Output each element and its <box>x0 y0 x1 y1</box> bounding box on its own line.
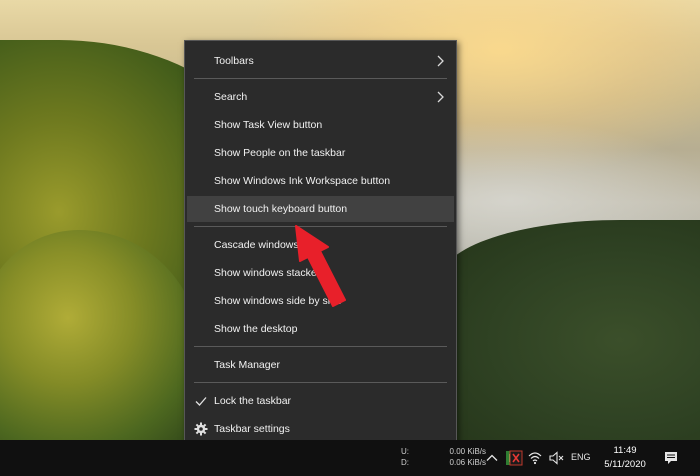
wifi-icon[interactable] <box>527 450 543 466</box>
menu-item-label: Task Manager <box>214 359 280 371</box>
menu-separator <box>194 78 447 79</box>
menu-item-label: Show windows side by side <box>214 295 342 307</box>
menu-item-label: Show the desktop <box>214 323 298 335</box>
net-download-label: D: <box>401 458 409 467</box>
menu-item-label: Show windows stacked <box>214 267 323 279</box>
menu-item-task-manager[interactable]: Task Manager <box>187 352 454 378</box>
menu-item-show-touch-keyboard[interactable]: Show touch keyboard button <box>187 196 454 222</box>
net-download-value: 0.06 KiB/s <box>449 458 486 467</box>
menu-item-label: Taskbar settings <box>214 423 290 435</box>
menu-separator <box>194 382 447 383</box>
menu-item-label: Show People on the taskbar <box>214 147 346 159</box>
taskbar-context-menu: Toolbars Search Show Task View button Sh… <box>184 40 457 449</box>
chevron-right-icon <box>437 55 444 67</box>
chevron-right-icon <box>437 91 444 103</box>
menu-item-label: Show Windows Ink Workspace button <box>214 175 391 187</box>
menu-item-show-windows-side-by-side[interactable]: Show windows side by side <box>187 288 454 314</box>
clock-date[interactable]: 5/11/2020 <box>596 459 654 470</box>
checkmark-icon <box>195 397 207 406</box>
menu-item-cascade-windows[interactable]: Cascade windows <box>187 232 454 258</box>
taskbar: U: 0.00 KiB/s D: 0.06 KiB/s ENG 11:49 5/… <box>0 440 700 476</box>
language-indicator[interactable]: ENG <box>571 452 591 462</box>
chevron-up-icon[interactable] <box>486 452 498 464</box>
menu-item-search[interactable]: Search <box>187 84 454 110</box>
menu-separator <box>194 226 447 227</box>
volume-muted-icon[interactable] <box>548 450 564 466</box>
app-red-icon[interactable] <box>509 450 523 466</box>
menu-item-label: Show touch keyboard button <box>214 203 348 215</box>
menu-item-show-desktop[interactable]: Show the desktop <box>187 316 454 342</box>
notification-icon[interactable] <box>663 450 679 466</box>
menu-item-label: Search <box>214 91 248 103</box>
menu-item-show-windows-ink[interactable]: Show Windows Ink Workspace button <box>187 168 454 194</box>
forest-hill-right <box>440 220 700 440</box>
menu-item-lock-taskbar[interactable]: Lock the taskbar <box>187 388 454 414</box>
menu-item-label: Cascade windows <box>214 239 299 251</box>
menu-item-label: Lock the taskbar <box>214 395 292 407</box>
net-upload-value: 0.00 KiB/s <box>449 447 486 456</box>
menu-item-show-windows-stacked[interactable]: Show windows stacked <box>187 260 454 286</box>
menu-item-label: Show Task View button <box>214 119 323 131</box>
menu-item-show-task-view-button[interactable]: Show Task View button <box>187 112 454 138</box>
menu-item-toolbars[interactable]: Toolbars <box>187 48 454 74</box>
net-upload-label: U: <box>401 447 409 456</box>
menu-separator <box>194 346 447 347</box>
menu-item-show-people[interactable]: Show People on the taskbar <box>187 140 454 166</box>
gear-icon <box>194 422 208 436</box>
menu-item-taskbar-settings[interactable]: Taskbar settings <box>187 416 454 442</box>
clock-time[interactable]: 11:49 <box>596 445 654 456</box>
menu-item-label: Toolbars <box>214 55 254 67</box>
